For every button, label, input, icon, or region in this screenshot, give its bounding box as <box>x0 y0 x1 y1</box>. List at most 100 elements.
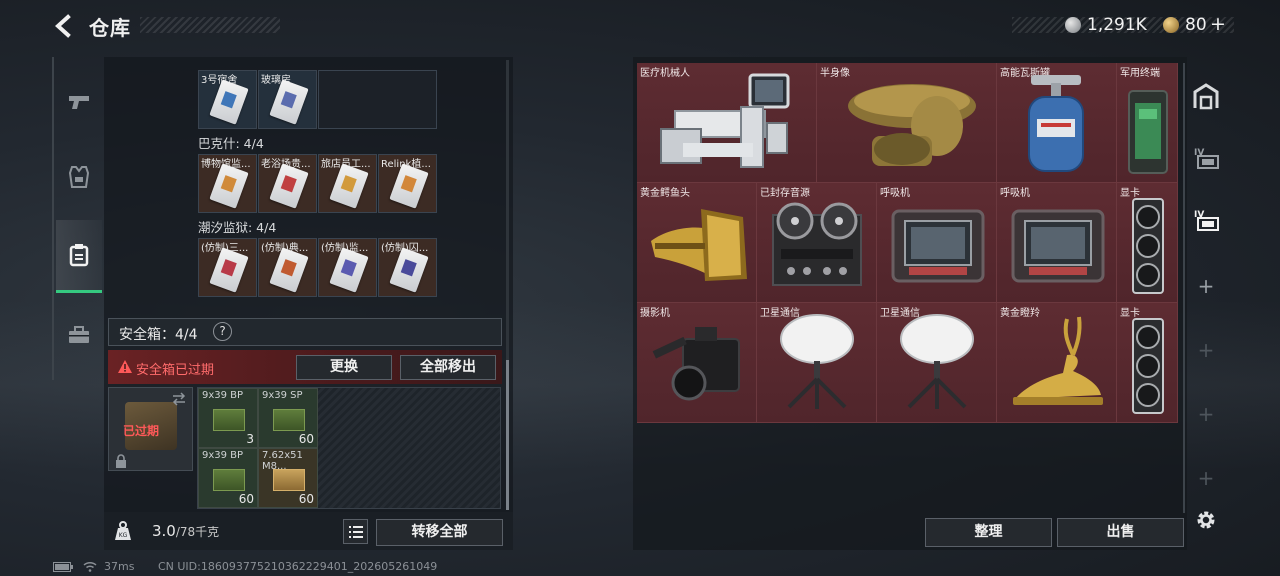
camera-icon <box>652 327 740 401</box>
battery-icon <box>53 562 73 572</box>
weight-capacity: /78千克 <box>175 525 220 539</box>
stash-item[interactable]: 卫星通信 <box>757 303 877 423</box>
uid: CN UID:186093775210362229401_20260526104… <box>157 560 438 573</box>
satellite-dish-icon <box>900 314 974 409</box>
stash-item[interactable]: 高能瓦斯罐 <box>997 63 1117 183</box>
military-terminal-icon <box>1128 90 1168 174</box>
add-stash-icon: + <box>1197 466 1215 490</box>
current-weight: 3.0 <box>152 522 176 540</box>
status-footer: 37ms CN UID:186093775210362229401_202605… <box>53 560 437 573</box>
stash-item[interactable]: 卫星通信 <box>877 303 997 423</box>
help-icon[interactable]: ? <box>213 322 232 341</box>
key-slot[interactable]: 旅店员工... <box>318 154 377 213</box>
key-slot[interactable]: 博物馆监... <box>198 154 257 213</box>
key-slot[interactable]: (仿制)囚... <box>378 238 437 297</box>
key-slot[interactable]: Relink植... <box>378 154 437 213</box>
add-currency-button[interactable]: + <box>1210 13 1226 35</box>
stash-item[interactable]: 医疗机械人 <box>637 63 817 183</box>
stash-item-label: 显卡 <box>1120 188 1140 199</box>
page-title: 仓库 <box>89 16 131 40</box>
graphics-card-icon <box>1132 198 1164 294</box>
replace-button[interactable]: 更换 <box>296 355 392 380</box>
clipboard-icon <box>69 244 89 267</box>
key-slot[interactable]: (仿制)三... <box>198 238 257 297</box>
ammo-slot[interactable]: 7.62x51 M8... 60 <box>258 448 318 508</box>
sort-button[interactable]: 整理 <box>925 518 1052 547</box>
stash-item[interactable]: 军用终端 <box>1117 63 1178 183</box>
wifi-icon <box>83 561 96 572</box>
add-stash-icon: + <box>1197 338 1215 362</box>
currency-gold: 80 <box>1185 15 1207 35</box>
sell-button[interactable]: 出售 <box>1057 518 1184 547</box>
stash-item[interactable]: 半身像 <box>817 63 997 183</box>
stash-item[interactable]: 摄影机 <box>637 303 757 423</box>
ammo-slot[interactable]: 9x39 BP 3 <box>198 388 258 448</box>
keycard-icon <box>269 163 309 209</box>
safe-box-capacity: 安全箱：4/4 <box>119 327 198 343</box>
ammo-box-icon <box>273 409 305 431</box>
keycard-icon <box>209 79 249 125</box>
transfer-all-button[interactable]: 转移全部 <box>376 519 503 546</box>
warehouse-icon[interactable] <box>1192 82 1220 110</box>
key-slot[interactable]: 老浴场贵... <box>258 154 317 213</box>
stash-level-4-active-icon[interactable]: IV <box>1192 206 1220 234</box>
warning-icon <box>118 360 132 373</box>
golden-crocodile-head-icon <box>651 209 747 281</box>
list-view-button[interactable] <box>343 519 368 544</box>
key-slot[interactable]: (仿制)监... <box>318 238 377 297</box>
top-bar: 仓库 1,291K 80 + <box>0 0 1280 52</box>
silver-coin-icon <box>1065 17 1081 33</box>
lock-icon <box>116 454 126 468</box>
ventilator-icon <box>891 209 985 283</box>
keycard-icon <box>389 163 429 209</box>
key-slot[interactable]: 3号宿舍 <box>198 70 257 129</box>
gold-coin-icon <box>1163 17 1179 33</box>
weight-readout: 3.0/78千克 <box>152 522 219 540</box>
ping: 37ms <box>104 560 135 573</box>
keycard-icon <box>329 163 369 209</box>
add-stash-icon: + <box>1197 402 1215 426</box>
ammo-slot[interactable]: 9x39 BP 60 <box>198 448 258 508</box>
keycard-icon <box>209 247 249 293</box>
stash-item[interactable]: 呼吸机 <box>997 183 1117 303</box>
keycard-icon <box>269 247 309 293</box>
weight-icon: KG <box>115 521 131 540</box>
key-group-label: 潮汐监狱: 4/4 <box>198 220 277 235</box>
ammo-slot[interactable]: 9x39 SP 60 <box>258 388 318 448</box>
gear-icon[interactable] <box>1194 508 1218 532</box>
safe-box-slot[interactable]: 已过期 <box>108 387 193 471</box>
keycard-icon <box>269 79 309 125</box>
pistol-icon <box>69 96 89 109</box>
briefcase-icon <box>69 326 89 343</box>
ammo-box-icon <box>213 469 245 491</box>
ventilator-icon <box>1011 209 1105 283</box>
bust-statue-icon <box>848 84 976 166</box>
ammo-box-icon <box>273 469 305 491</box>
key-slot[interactable]: (仿制)典... <box>258 238 317 297</box>
safe-box-header: 安全箱：4/4 ? <box>108 318 502 346</box>
stash-item[interactable]: 黄金瞪羚 <box>997 303 1117 423</box>
expired-message: 安全箱已过期 <box>136 363 215 378</box>
stash-item[interactable]: 呼吸机 <box>877 183 997 303</box>
back-arrow-icon[interactable] <box>52 14 74 38</box>
keycard-icon <box>209 163 249 209</box>
stash-level-4-icon[interactable]: IV <box>1192 144 1220 172</box>
empty-slot[interactable] <box>318 70 437 129</box>
satellite-dish-icon <box>780 314 854 409</box>
sidebar-item-gear[interactable] <box>56 147 102 207</box>
ammo-box-icon <box>213 409 245 431</box>
stash-item[interactable]: 已封存音源 <box>757 183 877 303</box>
stash-item[interactable]: 显卡 <box>1117 303 1178 423</box>
svg-text:KG: KG <box>119 532 128 539</box>
stash-item[interactable]: 黄金鳄鱼头 <box>637 183 757 303</box>
sidebar-item-case[interactable] <box>56 305 102 365</box>
stash-item[interactable] <box>1117 183 1178 303</box>
add-stash-icon[interactable]: + <box>1196 276 1216 296</box>
move-all-out-button[interactable]: 全部移出 <box>400 355 496 380</box>
sidebar-item-container[interactable] <box>56 220 102 293</box>
scrollbar-thumb[interactable] <box>506 360 509 510</box>
currency-silver: 1,291K <box>1087 15 1147 35</box>
key-slot[interactable]: 玻璃房 <box>258 70 317 129</box>
medical-robot-icon <box>660 73 790 168</box>
sidebar-item-weapons[interactable] <box>56 72 102 132</box>
